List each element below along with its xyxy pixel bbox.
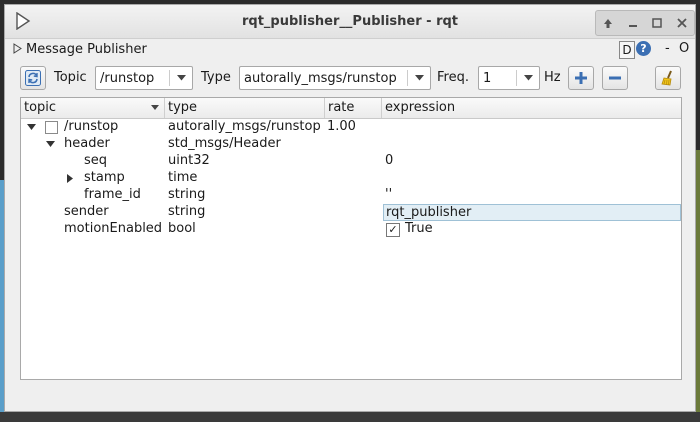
- expression-editor-value[interactable]: rqt_publisher: [386, 205, 471, 220]
- checkmark-icon[interactable]: ✓: [386, 223, 400, 237]
- desktop-background-bottom: [0, 412, 700, 422]
- topic-value: /runstop: [100, 71, 155, 86]
- tree-header: topic type rate expression: [21, 98, 681, 119]
- type-label: Type: [201, 70, 231, 85]
- chevron-down-icon[interactable]: [170, 67, 192, 89]
- help-icon[interactable]: ?: [636, 41, 651, 56]
- tree-row[interactable]: motionEnabled bool ✓ True: [21, 221, 681, 238]
- tree-row[interactable]: sender string rqt_publisher: [21, 204, 681, 221]
- row-topic: header: [64, 136, 110, 151]
- row-type: autorally_msgs/runstop: [168, 119, 321, 134]
- keep-above-icon[interactable]: [599, 14, 617, 32]
- tree-row[interactable]: frame_id string '': [21, 187, 681, 204]
- row-expression[interactable]: True: [405, 221, 433, 236]
- publisher-tree[interactable]: topic type rate expression /runstop auto…: [20, 97, 682, 380]
- chevron-down-icon[interactable]: [408, 67, 430, 89]
- hz-label: Hz: [544, 70, 561, 85]
- publisher-toolbar: Topic /runstop Type autorally_msgs/runst…: [5, 63, 695, 95]
- chevron-down-icon[interactable]: [517, 67, 539, 89]
- column-header-label: type: [168, 100, 198, 115]
- title-bar[interactable]: rqt_publisher__Publisher - rqt: [5, 5, 695, 39]
- clear-button[interactable]: [655, 66, 681, 90]
- row-topic: sender: [64, 204, 109, 219]
- column-header-label: topic: [24, 100, 57, 115]
- refresh-button[interactable]: [20, 66, 46, 90]
- column-header-label: expression: [385, 100, 456, 115]
- add-publisher-button[interactable]: [568, 66, 594, 90]
- tree-row[interactable]: seq uint32 0: [21, 153, 681, 170]
- row-expression[interactable]: '': [385, 187, 392, 202]
- column-header-rate[interactable]: rate: [325, 98, 382, 118]
- row-type: bool: [168, 221, 196, 236]
- row-type: string: [168, 187, 206, 202]
- row-type: string: [168, 204, 206, 219]
- row-topic: seq: [84, 153, 108, 168]
- plugin-close-button[interactable]: O: [679, 41, 689, 56]
- type-value: autorally_msgs/runstop: [244, 71, 397, 86]
- collapse-triangle-icon[interactable]: [13, 43, 22, 54]
- topic-label: Topic: [54, 70, 87, 85]
- close-icon[interactable]: [673, 14, 691, 32]
- rqt-window: rqt_publisher__Publisher - rqt Message P…: [4, 4, 696, 412]
- row-type: time: [168, 170, 198, 185]
- plus-icon: [575, 72, 587, 84]
- column-header-expression[interactable]: expression: [382, 98, 681, 118]
- row-rate[interactable]: 1.00: [327, 119, 356, 134]
- dock-button[interactable]: D: [619, 41, 635, 59]
- column-header-type[interactable]: type: [165, 98, 325, 118]
- maximize-icon[interactable]: [648, 14, 666, 32]
- minus-icon: [609, 76, 621, 80]
- type-combobox[interactable]: autorally_msgs/runstop: [239, 66, 431, 90]
- row-type: std_msgs/Header: [168, 136, 281, 151]
- row-type: uint32: [168, 153, 210, 168]
- topic-combobox[interactable]: /runstop: [95, 66, 193, 90]
- freq-label: Freq.: [437, 70, 469, 85]
- window-controls: [595, 10, 695, 36]
- freq-value: 1: [483, 71, 492, 86]
- expanded-arrow-icon[interactable]: [27, 124, 36, 130]
- expression-editor[interactable]: rqt_publisher: [383, 204, 681, 221]
- minimize-icon[interactable]: [624, 14, 642, 32]
- plugin-minimize-button[interactable]: -: [665, 41, 670, 56]
- remove-publisher-button[interactable]: [602, 66, 628, 90]
- collapsed-arrow-icon[interactable]: [67, 174, 73, 183]
- row-topic: stamp: [84, 170, 125, 185]
- broom-icon: [661, 70, 672, 86]
- column-header-label: rate: [328, 100, 355, 115]
- plugin-header: Message Publisher D ? - O: [5, 39, 695, 61]
- tree-row[interactable]: stamp time: [21, 170, 681, 187]
- row-topic: frame_id: [84, 187, 141, 202]
- expanded-arrow-icon[interactable]: [46, 141, 55, 147]
- window-title: rqt_publisher__Publisher - rqt: [241, 14, 459, 29]
- row-topic: motionEnabled: [64, 221, 163, 236]
- refresh-icon: [25, 70, 41, 86]
- row-expression[interactable]: 0: [385, 153, 393, 168]
- freq-combobox[interactable]: 1: [478, 66, 540, 90]
- sort-chevron-icon: [151, 105, 159, 110]
- column-header-topic[interactable]: topic: [21, 98, 165, 118]
- tree-row[interactable]: /runstop autorally_msgs/runstop 1.00: [21, 119, 681, 136]
- plugin-title: Message Publisher: [26, 42, 147, 57]
- enable-checkbox[interactable]: [45, 121, 58, 134]
- tree-row[interactable]: header std_msgs/Header: [21, 136, 681, 153]
- row-topic: /runstop: [64, 119, 119, 134]
